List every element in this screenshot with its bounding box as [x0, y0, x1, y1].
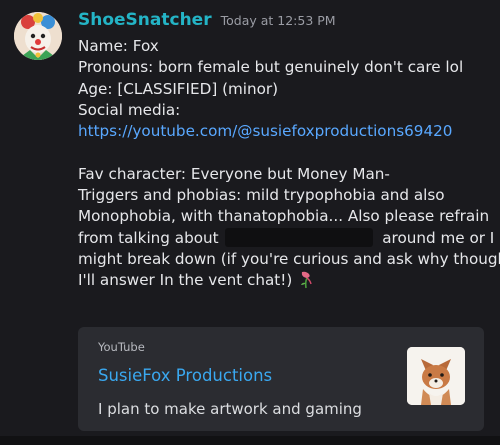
link-embed: YouTube SusieFox Productions I plan to m… — [78, 327, 484, 431]
message-line: Age: [CLASSIFIED] (minor) — [78, 79, 279, 98]
message-line: Pronouns: born female but genuinely don'… — [78, 58, 464, 77]
embed-provider[interactable]: YouTube — [98, 340, 145, 354]
message-line: Triggers and phobias: mild trypophobia a… — [78, 186, 445, 205]
user-avatar[interactable] — [14, 12, 62, 60]
wilted-flower-icon — [297, 270, 315, 289]
message-text: I'll answer In the vent chat!) — [78, 271, 293, 290]
embed-title[interactable]: SusieFox Productions — [98, 366, 272, 385]
embed-description: I plan to make artwork and gaming — [98, 400, 362, 418]
message-line: Fav character: Everyone but Money Man- — [78, 164, 390, 183]
bottom-bar — [0, 436, 500, 445]
username[interactable]: ShoeSnatcher — [78, 10, 212, 30]
fox-thumbnail-image[interactable] — [407, 347, 465, 405]
message-text: from talking about — [78, 228, 219, 247]
message-line-with-emoji: I'll answer In the vent chat!) — [78, 270, 498, 291]
message-line: Name: Fox — [78, 37, 159, 55]
message-header: ShoeSnatcher Today at 12:53 PM — [78, 10, 336, 30]
spoiler-block[interactable] — [225, 227, 374, 247]
message-timestamp: Today at 12:53 PM — [220, 13, 336, 28]
message-line: might break down (if you're curious and … — [78, 249, 500, 268]
message-line: Social media: — [78, 100, 181, 119]
message-text: around me or I — [382, 228, 495, 247]
youtube-link[interactable]: https://youtube.com/@susiefoxproductions… — [78, 121, 498, 142]
message-content: Name: Fox Pronouns: born female but genu… — [78, 36, 500, 292]
chat-message: ShoeSnatcher Today at 12:53 PM Name: Fox… — [0, 0, 500, 436]
message-line-with-spoiler: from talking about around me or I — [78, 227, 498, 249]
message-line: Monophobia, with thanatophobia... Also p… — [78, 207, 490, 226]
